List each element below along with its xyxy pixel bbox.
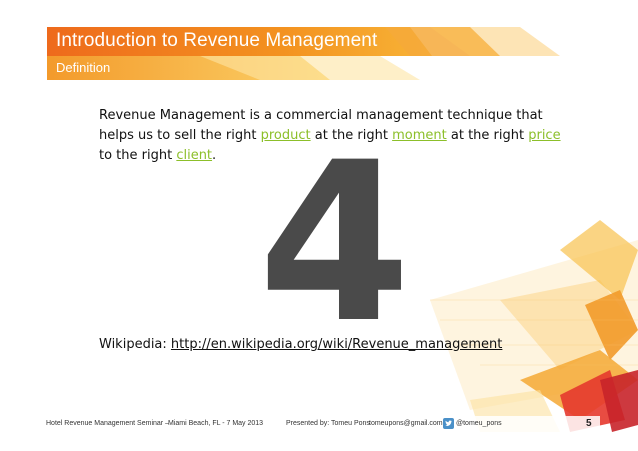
definition-part: at the right <box>446 128 529 143</box>
footer: Hotel Revenue Management Seminar – Miami… <box>46 418 606 432</box>
link-client[interactable]: client <box>176 148 212 163</box>
footer-presented-by: Presented by: Tomeu Pons <box>286 420 370 427</box>
footer-location: Miami Beach, FL - 7 May 2013 <box>168 420 264 427</box>
footer-seminar: Hotel Revenue Management Seminar – <box>46 420 169 427</box>
slide: Introduction to Revenue Management Defin… <box>0 0 638 451</box>
wikipedia-link[interactable]: http://en.wikipedia.org/wiki/Revenue_man… <box>171 337 502 352</box>
footer-email[interactable]: tomeupons@gmail.com <box>369 420 443 427</box>
link-price[interactable]: price <box>528 128 560 143</box>
wikipedia-reference: Wikipedia: http://en.wikipedia.org/wiki/… <box>99 337 502 352</box>
footer-twitter-handle[interactable]: @tomeu_pons <box>456 420 502 427</box>
definition-part: to the right <box>99 148 177 163</box>
big-number: 4 <box>258 115 412 371</box>
twitter-bird-icon <box>443 418 454 429</box>
wikipedia-label: Wikipedia: <box>99 337 171 352</box>
definition-part: . <box>212 148 217 163</box>
page-number: 5 <box>586 418 592 429</box>
